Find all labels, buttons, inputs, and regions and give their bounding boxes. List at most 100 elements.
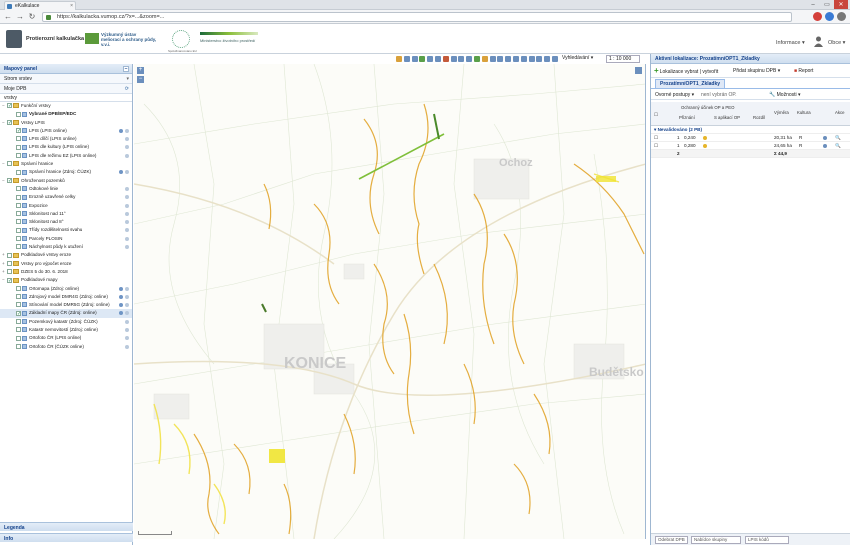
toolbar-tool-icon[interactable] — [481, 56, 488, 62]
collapse-icon[interactable]: – — [123, 66, 129, 72]
options-menu[interactable]: 🔧 Možnosti ▾ — [769, 92, 801, 98]
layer-row[interactable]: Parcely PLOSIN — [0, 235, 132, 243]
select-all-checkbox[interactable]: ☐ — [654, 112, 658, 118]
toolbar-tool-icon[interactable] — [435, 56, 441, 62]
layer-info-icon[interactable] — [125, 145, 129, 150]
layer-row[interactable]: Erozně uzavřené celky — [0, 193, 132, 201]
layer-info-icon[interactable] — [125, 336, 129, 341]
group-select[interactable]: Nabídce skupiny — [691, 536, 741, 544]
layer-group-row[interactable]: −Vrstvy LPIS — [0, 119, 132, 127]
layer-checkbox[interactable] — [7, 260, 12, 266]
layer-group-row[interactable]: + Vrstvy pro výpočet eroze — [0, 260, 132, 268]
grid-group-row[interactable]: ▾ Nevalidováno (2 PB) — [651, 126, 850, 134]
layer-info-icon[interactable] — [125, 211, 129, 216]
layer-checkbox[interactable] — [7, 119, 12, 127]
chevron-down-icon[interactable]: ▾ — [126, 76, 129, 82]
layer-row[interactable]: LPIS dle kultury (LPIS online) — [0, 143, 132, 151]
row-checkbox[interactable]: ☐ — [654, 135, 658, 141]
layer-info-icon[interactable] — [125, 319, 129, 324]
layer-checkbox[interactable] — [7, 277, 12, 285]
forward-icon[interactable]: → — [15, 12, 25, 22]
toolbar-tool-icon[interactable] — [513, 56, 519, 62]
with-op-header[interactable]: S aplikací OP — [714, 115, 740, 120]
refresh-icon[interactable]: ⟳ — [125, 86, 129, 92]
layer-checkbox[interactable] — [7, 252, 12, 258]
layer-row[interactable]: Zdrojový model DMR4G (Zdroj: online) — [0, 293, 132, 301]
toolbar-tool-icon[interactable] — [489, 56, 496, 62]
layer-info-icon[interactable] — [125, 128, 129, 133]
layer-settings-icon[interactable] — [119, 311, 123, 316]
layer-row[interactable]: LPIS dle režimu EZ (LPIS online) — [0, 152, 132, 160]
layer-info-icon[interactable] — [125, 137, 129, 142]
layer-row[interactable]: Pozemkový katastr (Zdroj: ČÚZK) — [0, 318, 132, 326]
search-dropdown[interactable]: Vyhledávání ▾ — [562, 55, 593, 61]
layer-group-row[interactable]: −Ohroženost pozemků — [0, 177, 132, 185]
toolbar-tool-icon[interactable] — [528, 56, 535, 62]
layer-settings-icon[interactable] — [119, 294, 123, 299]
info-menu[interactable]: Informace ▾ — [776, 40, 805, 46]
info-panel-header[interactable]: Info — [0, 533, 133, 542]
layer-checkbox[interactable] — [16, 211, 21, 217]
zoom-out-button[interactable]: − — [137, 76, 144, 83]
layer-checkbox[interactable] — [16, 227, 21, 233]
layer-tree-header[interactable]: Strom vrstev ▾ — [0, 74, 132, 84]
layer-row[interactable]: Náchylnost půdy k utužení — [0, 243, 132, 251]
browser-tab[interactable]: eKalkulace × — [4, 1, 76, 10]
layer-group-row[interactable]: − Správní hranice — [0, 160, 132, 168]
layer-checkbox[interactable] — [16, 136, 21, 142]
toolbar-tool-icon[interactable] — [544, 56, 551, 62]
toolbar-tool-icon[interactable] — [536, 56, 543, 62]
layer-group-row[interactable]: + Podkladové vrstvy eroze — [0, 251, 132, 259]
layer-row[interactable]: Vybrané DPB/EP/EDC — [0, 110, 132, 118]
layer-row[interactable]: Ortofoto ČR (LPIS online) — [0, 334, 132, 342]
layer-info-icon[interactable] — [125, 286, 129, 291]
layer-row[interactable]: Sklonitost nad 11° — [0, 210, 132, 218]
add-group-button[interactable]: Přidat skupinu DPB ▾ — [733, 68, 780, 74]
layer-checkbox[interactable] — [16, 335, 21, 341]
toolbar-tool-icon[interactable] — [497, 56, 504, 62]
maximize-button[interactable]: ▭ — [820, 0, 834, 9]
layer-info-icon[interactable] — [125, 228, 129, 233]
layer-row[interactable]: Třídy rozdělitelnosti svahu — [0, 226, 132, 234]
toolbar-tool-icon[interactable] — [474, 56, 480, 62]
layer-row[interactable]: Katastr nemovitostí (Zdroj: online) — [0, 326, 132, 334]
zoom-to-icon[interactable]: 🔍 — [835, 143, 841, 149]
report-button[interactable]: ■ Report — [794, 68, 813, 74]
layer-checkbox[interactable] — [16, 194, 21, 200]
user-icon[interactable] — [814, 36, 823, 47]
layer-info-icon[interactable] — [125, 203, 129, 208]
zoom-in-button[interactable]: + — [137, 67, 144, 74]
layer-checkbox[interactable] — [7, 102, 12, 111]
remove-dpb-button[interactable]: Odebrat DPB — [655, 536, 688, 544]
add-localization-button[interactable]: +Lokalizace vybrat | vytvořit — [654, 67, 718, 76]
layer-checkbox[interactable] — [16, 285, 21, 291]
layer-settings-icon[interactable] — [119, 286, 123, 291]
layer-settings-icon[interactable] — [119, 128, 123, 133]
layer-checkbox[interactable] — [7, 269, 12, 275]
layer-checkbox[interactable] — [16, 111, 21, 117]
layer-info-icon[interactable] — [125, 311, 129, 316]
toolbar-tool-icon[interactable] — [396, 56, 402, 62]
toolbar-tool-icon[interactable] — [520, 56, 527, 62]
layer-checkbox[interactable] — [16, 127, 21, 135]
layer-checkbox[interactable] — [16, 310, 21, 318]
layer-settings-icon[interactable] — [119, 303, 123, 308]
layer-checkbox[interactable] — [16, 153, 21, 159]
layer-row[interactable]: Správní hranice (Zdroj: ČÚZK) — [0, 168, 132, 176]
zoom-to-icon[interactable]: 🔍 — [835, 135, 841, 141]
toolbar-tool-icon[interactable] — [411, 56, 418, 62]
tab-close-icon[interactable]: × — [70, 3, 73, 9]
opera-icon[interactable] — [813, 12, 822, 21]
layer-info-icon[interactable] — [125, 220, 129, 225]
layer-row[interactable]: Ortomapa (Zdroj: online) — [0, 285, 132, 293]
user-menu[interactable]: Obce ▾ — [828, 40, 845, 46]
layer-group-row[interactable]: + DZES 5 do 30. 6. 2018 — [0, 268, 132, 276]
legend-panel-header[interactable]: Legenda — [0, 522, 133, 531]
toolbar-tool-icon[interactable] — [458, 56, 465, 62]
menu-icon[interactable] — [837, 12, 846, 21]
my-layers-bar[interactable]: Moje DPB ⟳ — [0, 84, 132, 94]
actions-menu[interactable]: Ovorné postupy ▾ — [655, 92, 694, 98]
culture-header[interactable]: Kultura — [797, 110, 811, 115]
layer-checkbox[interactable] — [16, 244, 21, 250]
toolbar-tool-icon[interactable] — [552, 56, 558, 62]
